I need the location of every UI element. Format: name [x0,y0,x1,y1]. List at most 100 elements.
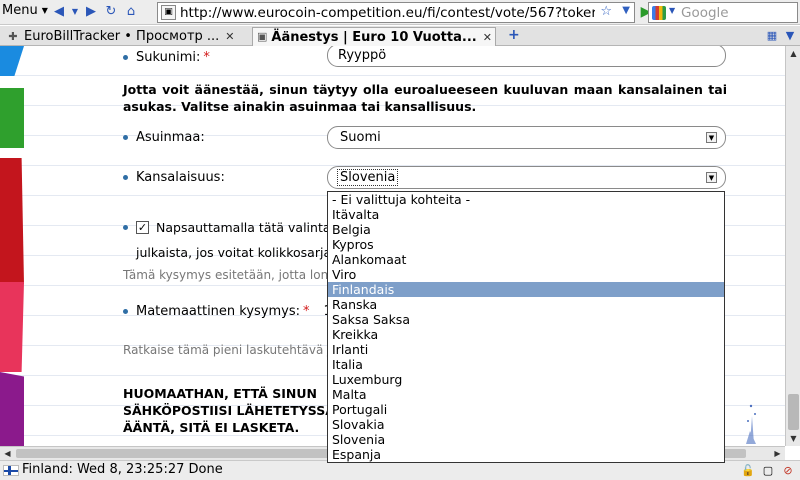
dropdown-option[interactable]: Slovenia [328,432,724,447]
chevron-down-icon[interactable]: ▼ [706,132,717,143]
decoration-stripe [0,372,24,446]
consent-text: Napsauttamalla tätä valintar [156,220,336,235]
reload-icon[interactable]: ↻ [102,3,120,21]
consent-text-2: julkaista, jos voitat kolikkosarjan [136,245,340,260]
dropdown-option[interactable]: Saksa Saksa [328,312,724,327]
dropdown-option[interactable]: Kypros [328,237,724,252]
scroll-left-icon[interactable]: ◀ [2,448,13,459]
tab-bar: ✚ EuroBillTracker • Просмотр ... ✕ ▣ Ään… [0,26,800,46]
url-input[interactable]: http://www.eurocoin-competition.eu/fi/co… [180,5,595,21]
search-engine-icon[interactable] [652,6,666,20]
close-tab-icon[interactable]: ✕ [225,30,234,43]
dropdown-option[interactable]: Alankomaat [328,252,724,267]
math-label-text: Matemaattinen kysymys: [136,304,301,319]
tab-bar-controls: ▦ ▼ [764,28,798,44]
bullet-icon [123,309,128,314]
citizenship-label-text: Kansalaisuus: [136,170,225,185]
status-icons: 🔓 ▢ ⊘ [740,463,796,479]
dropdown-option[interactable]: - Ei valittuja kohteita - [328,192,724,207]
surname-field[interactable]: Ryyppö [327,46,726,67]
scroll-down-icon[interactable]: ▼ [788,433,799,444]
eligibility-notice: Jotta voit äänestää, sinun täytyy olla e… [123,82,727,114]
back-icon[interactable]: ◀ [50,3,68,21]
warning-line: HUOMAATHAN, ETTÄ SINUN [123,386,317,401]
dropdown-option[interactable]: Belgia [328,222,724,237]
dropdown-option[interactable]: Irlanti [328,342,724,357]
chevron-down-icon[interactable]: ▼ [706,172,717,183]
consent-checkbox[interactable]: ✓ [136,221,149,234]
forward-icon[interactable]: ▶ [82,3,100,21]
tab-aanestys[interactable]: ▣ Äänestys | Euro 10 Vuotta... ✕ [252,27,496,46]
tab-list-icon[interactable]: ▦ [764,28,780,44]
dropdown-option[interactable]: Itävalta [328,207,724,222]
dropdown-option[interactable]: Finlandais [328,282,724,297]
dropdown-option[interactable]: Ranska [328,297,724,312]
decoration-stripe [0,158,24,284]
addon-icon[interactable]: ▢ [760,463,776,479]
dropdown-option[interactable]: Espanja [328,447,724,462]
dropdown-option[interactable]: Viro [328,267,724,282]
citizenship-select[interactable]: Slovenia ▼ [327,166,726,189]
menu-button[interactable]: Menu ▼ [2,3,48,18]
tab-eurobilltracker[interactable]: ✚ EuroBillTracker • Просмотр ... ✕ [2,27,250,46]
tab-title: Äänestys | Euro 10 Vuotta... [271,29,477,45]
flag-icon [3,465,19,476]
residence-label: Asuinmaa: [123,130,205,145]
warning-text: HUOMAATHAN, ETTÄ SINUN SÄHKÖPOSTIISI LÄH… [123,385,343,436]
status-bar: Finland: Wed 8, 23:25:27 Done 🔓 ▢ ⊘ [0,460,800,480]
bookmark-star-icon[interactable]: ☆ [600,4,612,19]
dropdown-option[interactable]: Luxemburg [328,372,724,387]
close-tab-icon[interactable]: ✕ [483,31,492,44]
new-tab-icon[interactable]: + [508,27,520,43]
tab-favicon-icon: ✚ [8,29,18,43]
chevron-down-icon: ▼ [41,6,48,15]
decoration-stripe [0,46,24,76]
search-input[interactable]: Google [681,5,729,21]
address-bar[interactable]: ▣ http://www.eurocoin-competition.eu/fi/… [157,2,635,23]
dropdown-option[interactable]: Kreikka [328,327,724,342]
tab-menu-icon[interactable]: ▼ [782,28,798,44]
tab-favicon-icon: ▣ [257,30,268,43]
status-text: Finland: Wed 8, 23:25:27 Done [22,462,223,477]
scroll-thumb[interactable] [788,394,799,430]
decoration-stripe [0,88,24,148]
citizenship-dropdown-list[interactable]: - Ei valittuja kohteita - Itävalta Belgia K… [327,191,725,463]
search-engine-dropdown-icon[interactable]: ▼ [669,6,675,15]
consent-row: ✓ Napsauttamalla tätä valintar [123,220,336,235]
surname-label-text: Sukunimi: [136,50,201,65]
required-mark: * [303,304,310,319]
scroll-up-icon[interactable]: ▲ [788,48,799,59]
decoration-stripe [0,282,24,372]
bullet-icon [123,175,128,180]
nav-buttons: ◀ ▼ ▶ ↻ ⌂ [50,3,140,21]
bullet-icon [123,225,128,230]
site-identity-icon[interactable]: ▣ [161,5,176,20]
warning-line: ÄÄNTÄ, SITÄ EI LASKETA. [123,420,300,435]
tab-title: EuroBillTracker • Просмотр ... [24,29,220,44]
vertical-scrollbar[interactable]: ▲ ▼ [785,46,800,446]
math-label: Matemaattinen kysymys: * 1 + [123,304,347,319]
dropdown-option[interactable]: Malta [328,387,724,402]
residence-select[interactable]: Suomi ▼ [327,126,726,149]
warning-line: SÄHKÖPOSTIISI LÄHETETYSSÄ [123,403,335,418]
home-icon[interactable]: ⌂ [122,3,140,21]
url-dropdown-icon[interactable]: ▼ [622,5,630,16]
back-dropdown-icon[interactable]: ▼ [70,3,80,21]
bullet-icon [123,135,128,140]
decoration-sparkle [746,404,756,444]
browser-toolbar: Menu ▼ ◀ ▼ ▶ ↻ ⌂ ▣ http://www.eurocoin-c… [0,0,800,25]
hint-text: Tämä kysymys esitetään, jotta lon [123,268,329,282]
lock-icon[interactable]: 🔓 [740,463,756,479]
dropdown-option[interactable]: Portugali [328,402,724,417]
residence-value: Suomi [340,130,381,145]
search-box[interactable]: ▼ Google [648,2,798,23]
citizenship-value: Slovenia [336,169,399,186]
dropdown-option[interactable]: Slovakia [328,417,724,432]
block-icon[interactable]: ⊘ [780,463,796,479]
dropdown-option[interactable]: Italia [328,357,724,372]
residence-label-text: Asuinmaa: [136,130,205,145]
menu-label: Menu [2,3,38,18]
citizenship-label: Kansalaisuus: [123,170,225,185]
scroll-right-icon[interactable]: ▶ [772,448,783,459]
bullet-icon [123,55,128,60]
